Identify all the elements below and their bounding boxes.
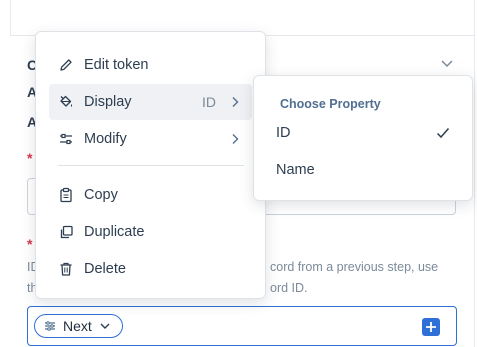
menu-item-label: Duplicate xyxy=(84,224,145,240)
menu-item-display[interactable]: Display ID xyxy=(49,84,252,120)
help-text-fragment: ord ID. xyxy=(270,281,308,295)
paint-bucket-icon xyxy=(58,94,74,110)
submenu-header: Choose Property xyxy=(280,97,381,111)
submenu-option-label: Name xyxy=(276,162,315,178)
submenu-option-id[interactable]: ID xyxy=(254,119,472,147)
token-sliders-icon xyxy=(43,319,57,333)
panel-edge xyxy=(474,36,475,347)
token-pill-next[interactable]: Next xyxy=(34,314,123,338)
menu-divider xyxy=(58,165,244,166)
required-marker: * xyxy=(27,150,33,166)
token-input-field[interactable]: Next xyxy=(27,306,457,346)
menu-item-label: Modify xyxy=(84,131,127,147)
menu-item-duplicate[interactable]: Duplicate xyxy=(49,214,252,250)
menu-item-label: Display xyxy=(84,94,132,110)
menu-item-edit-token[interactable]: Edit token xyxy=(49,47,252,83)
plus-square-icon[interactable] xyxy=(422,318,440,336)
submenu-option-name[interactable]: Name xyxy=(254,156,472,184)
menu-item-label: Copy xyxy=(84,187,118,203)
menu-item-copy[interactable]: Copy xyxy=(49,177,252,213)
token-label: Next xyxy=(63,318,92,334)
chevron-down-icon[interactable] xyxy=(440,56,454,70)
chevron-down-icon xyxy=(98,319,112,333)
duplicate-icon xyxy=(58,224,74,240)
token-context-menu: Edit token Display ID Modify Copy Duplic… xyxy=(35,31,266,299)
chevron-right-icon xyxy=(230,133,240,145)
clipboard-icon xyxy=(58,187,74,203)
help-text-fragment: cord from a previous step, use xyxy=(270,260,439,274)
menu-item-label: Delete xyxy=(84,261,126,277)
menu-item-delete[interactable]: Delete xyxy=(49,251,252,287)
trash-icon xyxy=(58,261,74,277)
display-property-submenu: Choose Property ID Name xyxy=(253,75,473,201)
pencil-icon xyxy=(58,57,74,73)
required-marker: * xyxy=(27,236,33,252)
menu-item-label: Edit token xyxy=(84,57,149,73)
chevron-right-icon xyxy=(230,96,240,108)
sliders-icon xyxy=(58,131,74,147)
submenu-option-label: ID xyxy=(276,125,291,141)
menu-item-modify[interactable]: Modify xyxy=(49,121,252,157)
checkmark-icon xyxy=(436,127,450,139)
display-current-value: ID xyxy=(202,94,216,110)
